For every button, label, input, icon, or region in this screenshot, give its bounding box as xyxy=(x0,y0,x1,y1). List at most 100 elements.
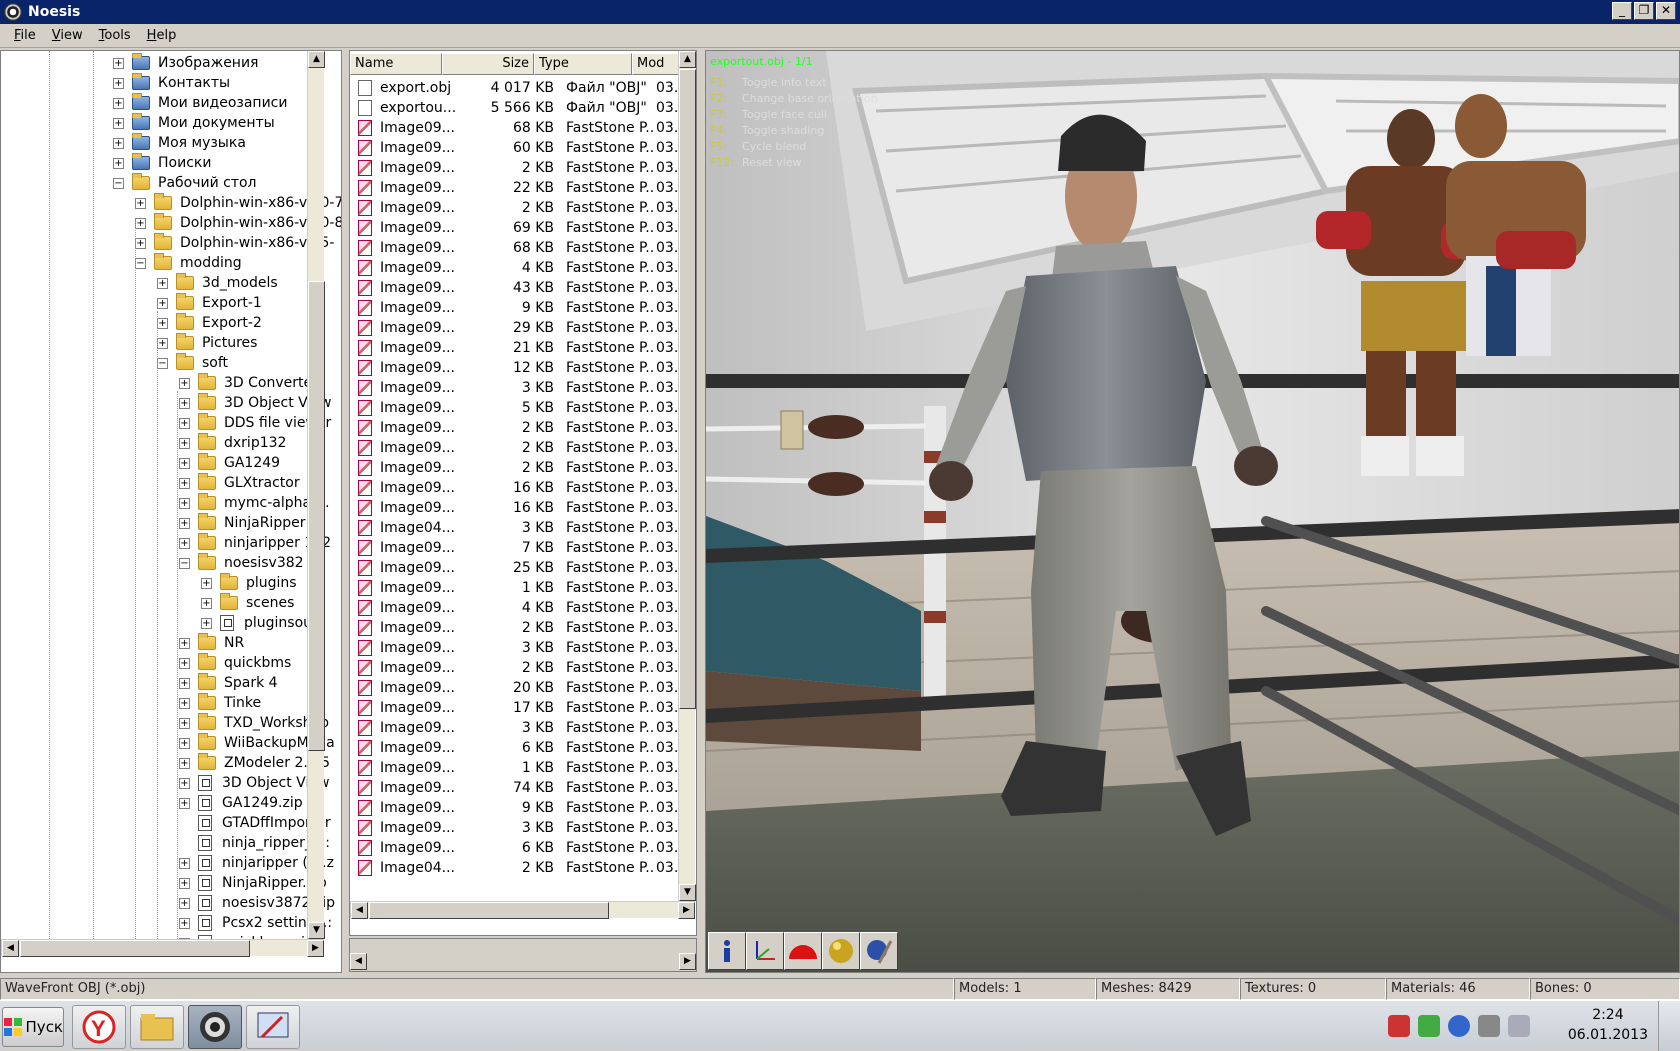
collapse-icon[interactable]: − xyxy=(135,257,146,269)
maximize-button[interactable]: ❐ xyxy=(1634,2,1654,20)
expand-icon[interactable]: + xyxy=(179,377,190,389)
file-list[interactable]: Name Size Type Mod export.obj 4 017 KB Фай… xyxy=(349,50,697,936)
tree-item[interactable]: + scenes xyxy=(201,593,294,613)
volume-icon[interactable] xyxy=(1508,1015,1530,1037)
tree-item[interactable]: + GA1249 xyxy=(179,453,280,473)
expand-icon[interactable]: + xyxy=(179,637,190,649)
file-row[interactable]: Image09... 22 KB FastStone P... 03.0 xyxy=(352,177,694,198)
tree-horizontal-scrollbar[interactable]: ◀ ▶ xyxy=(1,939,324,957)
tree-item[interactable]: − soft xyxy=(157,353,228,373)
scroll-down-icon[interactable]: ▼ xyxy=(308,922,325,939)
axes-icon[interactable] xyxy=(746,932,784,970)
search-tray-icon[interactable] xyxy=(1448,1015,1470,1037)
file-row[interactable]: export.obj 4 017 KB Файл "OBJ" 03.0 xyxy=(352,77,694,98)
file-row[interactable]: Image09... 4 KB FastStone P... 03.0 xyxy=(352,597,694,618)
sphere-icon[interactable] xyxy=(822,932,860,970)
hemisphere-icon[interactable] xyxy=(784,932,822,970)
file-row[interactable]: Image09... 2 KB FastStone P... 03.0 xyxy=(352,197,694,218)
tree-item[interactable]: + dxrip132 xyxy=(179,433,286,453)
tree-item[interactable]: + NR xyxy=(179,633,244,653)
file-row[interactable]: Image09... 3 KB FastStone P... 03.0 xyxy=(352,377,694,398)
file-row[interactable]: Image09... 17 KB FastStone P... 03.0 xyxy=(352,697,694,718)
file-row[interactable]: Image09... 68 KB FastStone P... 03.0 xyxy=(352,117,694,138)
tree-item[interactable]: − Рабочий стол xyxy=(113,173,257,193)
scroll-right-icon[interactable]: ▶ xyxy=(679,953,696,970)
expand-icon[interactable]: + xyxy=(179,777,190,789)
file-row[interactable]: Image09... 74 KB FastStone P... 03.0 xyxy=(352,777,694,798)
expand-icon[interactable]: + xyxy=(179,857,190,869)
expand-icon[interactable]: + xyxy=(179,437,190,449)
column-size[interactable]: Size xyxy=(442,53,534,75)
expand-icon[interactable]: + xyxy=(179,797,190,809)
explorer-folder-icon[interactable] xyxy=(130,1005,184,1049)
scroll-right-icon[interactable]: ▶ xyxy=(307,940,324,957)
tree-item[interactable]: + Контакты xyxy=(113,73,230,93)
file-row[interactable]: Image09... 9 KB FastStone P... 03.0 xyxy=(352,297,694,318)
column-name[interactable]: Name xyxy=(350,53,442,75)
file-row[interactable]: Image09... 21 KB FastStone P... 03.0 xyxy=(352,337,694,358)
expand-icon[interactable]: + xyxy=(179,757,190,769)
file-row[interactable]: Image09... 3 KB FastStone P... 03.0 xyxy=(352,637,694,658)
expand-icon[interactable]: + xyxy=(179,657,190,669)
expand-icon[interactable]: + xyxy=(135,197,146,209)
scroll-left-icon[interactable]: ◀ xyxy=(351,902,368,919)
expand-icon[interactable]: + xyxy=(179,677,190,689)
file-row[interactable]: Image09... 2 KB FastStone P... 03.0 xyxy=(352,157,694,178)
expand-icon[interactable]: + xyxy=(201,597,212,609)
title-bar[interactable]: Noesis _ ❐ ✕ xyxy=(0,0,1680,24)
file-row[interactable]: Image09... 2 KB FastStone P... 03.0 xyxy=(352,417,694,438)
tree-item[interactable]: + GA1249.zip xyxy=(179,793,303,813)
clock[interactable]: 2:24 06.01.2013 xyxy=(1568,1005,1648,1045)
tree-item[interactable]: − modding xyxy=(135,253,242,273)
preview-scroll-area[interactable]: ◀ ▶ xyxy=(349,938,697,972)
scroll-left-icon[interactable]: ◀ xyxy=(350,953,367,970)
file-row[interactable]: Image09... 12 KB FastStone P... 03.0 xyxy=(352,357,694,378)
scroll-up-icon[interactable]: ▲ xyxy=(308,51,325,68)
tree-item[interactable]: − noesisv382 xyxy=(179,553,304,573)
info-icon[interactable] xyxy=(708,932,746,970)
file-row[interactable]: Image09... 6 KB FastStone P... 03.0 xyxy=(352,837,694,858)
file-row[interactable]: Image09... 29 KB FastStone P... 03.0 xyxy=(352,317,694,338)
collapse-icon[interactable]: − xyxy=(179,557,190,569)
expand-icon[interactable]: + xyxy=(113,117,124,129)
file-row[interactable]: Image09... 2 KB FastStone P... 03.0 xyxy=(352,437,694,458)
expand-icon[interactable]: + xyxy=(113,157,124,169)
expand-icon[interactable]: + xyxy=(113,57,124,69)
file-row[interactable]: Image09... 25 KB FastStone P... 03.0 xyxy=(352,557,694,578)
tree-item[interactable]: + Spark 4 xyxy=(179,673,278,693)
paint-icon[interactable] xyxy=(860,932,898,970)
yandex-browser-icon[interactable]: Y xyxy=(72,1005,126,1049)
tree-item[interactable]: +3d_models xyxy=(157,273,278,293)
tree-item[interactable]: + Изображения xyxy=(113,53,258,73)
file-row[interactable]: Image09... 68 KB FastStone P... 03.0 xyxy=(352,237,694,258)
file-row[interactable]: Image09... 6 KB FastStone P... 03.0 xyxy=(352,737,694,758)
list-horizontal-scrollbar[interactable]: ◀ ▶ xyxy=(350,901,695,919)
expand-icon[interactable]: + xyxy=(135,237,146,249)
file-row[interactable]: Image09... 2 KB FastStone P... 03.0 xyxy=(352,617,694,638)
file-row[interactable]: Image09... 69 KB FastStone P... 03.0 xyxy=(352,217,694,238)
start-button[interactable]: Пуск xyxy=(2,1007,64,1047)
file-row[interactable]: Image09... 4 KB FastStone P... 03.0 xyxy=(352,257,694,278)
file-row[interactable]: Image09... 3 KB FastStone P... 03.0 xyxy=(352,717,694,738)
expand-icon[interactable]: + xyxy=(179,877,190,889)
tree-item[interactable]: + quickbms xyxy=(179,653,291,673)
close-button[interactable]: ✕ xyxy=(1656,2,1676,20)
scroll-right-icon[interactable]: ▶ xyxy=(678,902,695,919)
network-icon[interactable] xyxy=(1478,1015,1500,1037)
3d-scene-render[interactable] xyxy=(706,51,1680,973)
tree-item[interactable]: + Pictures xyxy=(157,333,257,353)
file-row[interactable]: Image04... 3 KB FastStone P... 03.0 xyxy=(352,517,694,538)
network-tool-icon[interactable] xyxy=(1418,1015,1440,1037)
tree-item[interactable]: + NinjaRipper xyxy=(179,513,305,533)
menu-view[interactable]: View xyxy=(44,28,91,43)
file-row[interactable]: Image09... 2 KB FastStone P... 03.0 xyxy=(352,457,694,478)
collapse-icon[interactable]: − xyxy=(157,357,168,369)
expand-icon[interactable]: + xyxy=(113,137,124,149)
tree-item[interactable]: + Поиски xyxy=(113,153,211,173)
scroll-down-icon[interactable]: ▼ xyxy=(679,884,696,901)
column-type[interactable]: Type xyxy=(534,53,632,75)
tree-item[interactable]: + Dolphin-win-x86-v3.5- xyxy=(135,233,334,253)
file-row[interactable]: Image09... 2 KB FastStone P... 03.0 xyxy=(352,657,694,678)
file-row[interactable]: Image09... 1 KB FastStone P... 03.0 xyxy=(352,577,694,598)
expand-icon[interactable]: + xyxy=(179,477,190,489)
